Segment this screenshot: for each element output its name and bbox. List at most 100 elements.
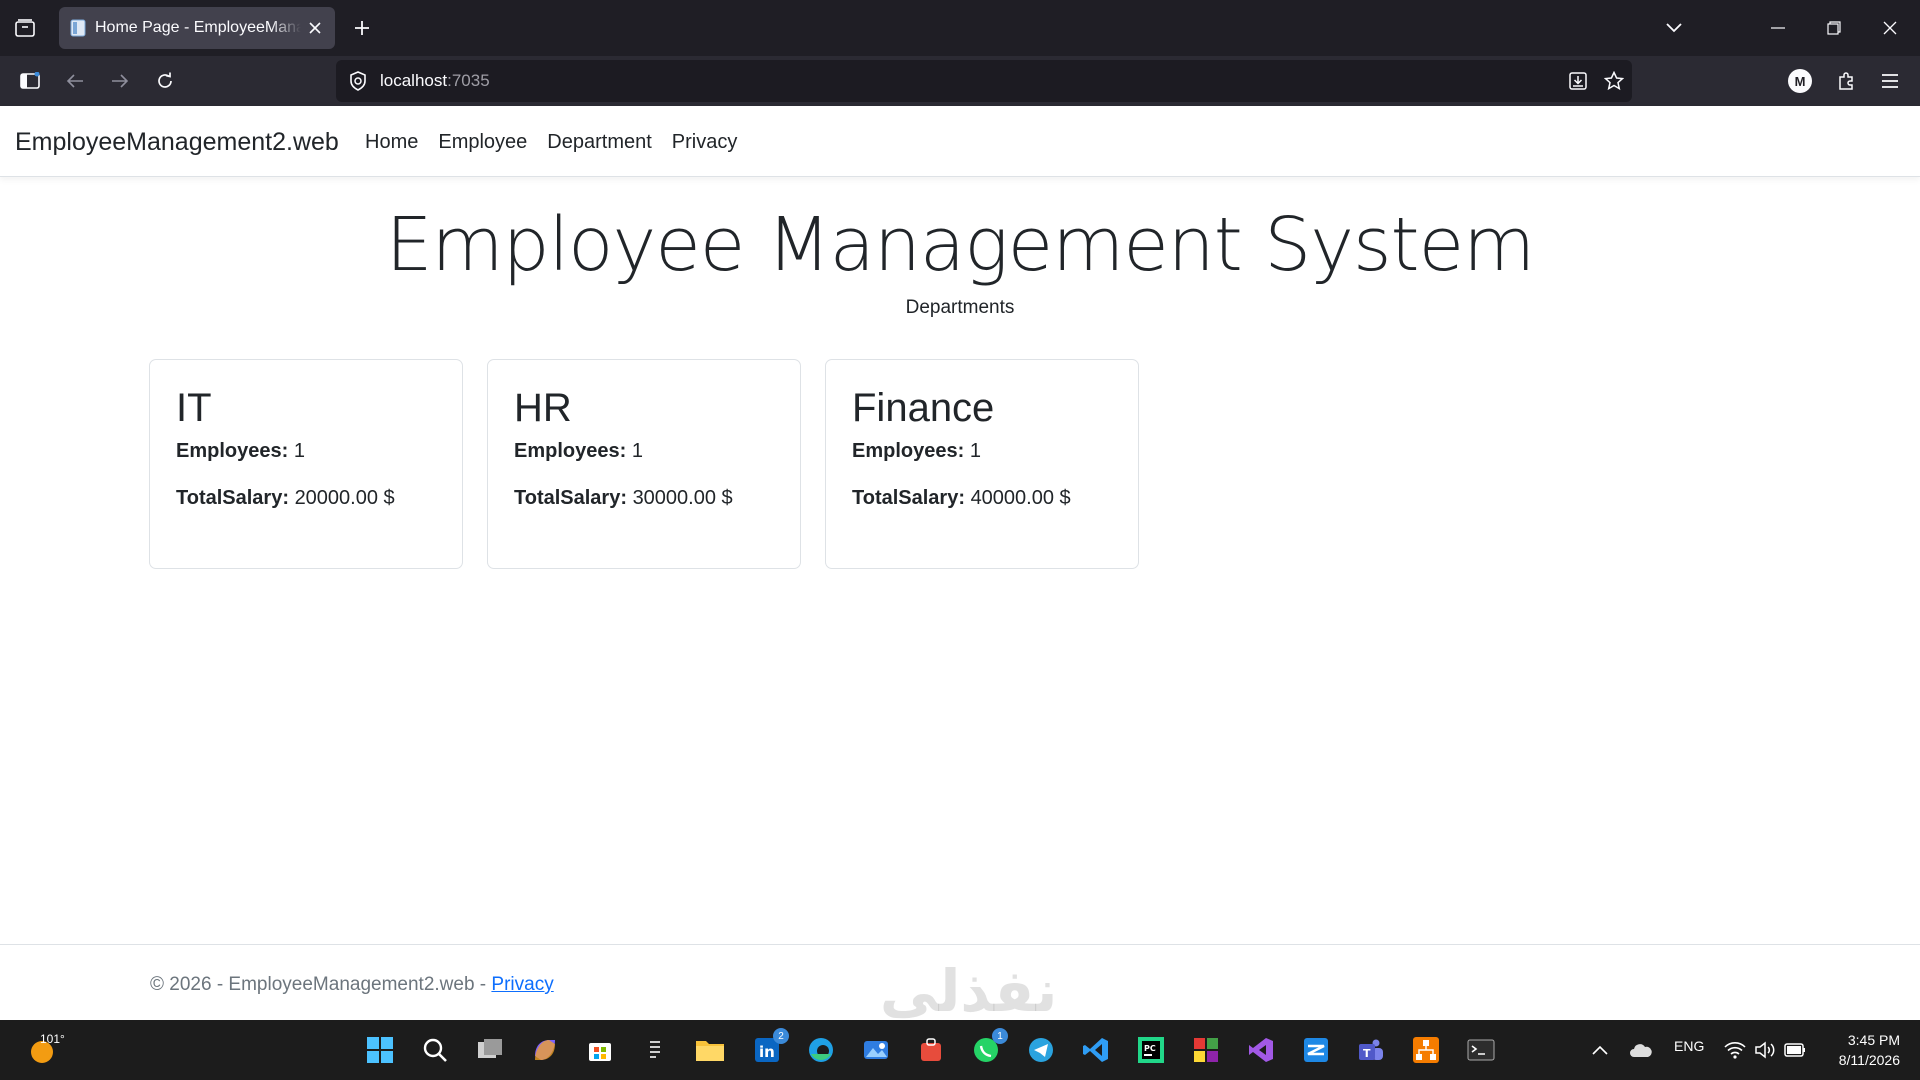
salary-value: 40000.00 $	[970, 487, 1071, 509]
employee-count: Employees: 1	[176, 440, 436, 463]
copilot-icon[interactable]	[529, 1034, 561, 1066]
employees-label: Employees:	[176, 440, 289, 462]
azure-data-studio-icon[interactable]	[1300, 1034, 1332, 1066]
total-salary: TotalSalary: 30000.00 $	[514, 487, 774, 510]
svg-text:PC: PC	[1144, 1044, 1156, 1053]
nav-link-employee[interactable]: Employee	[438, 131, 527, 154]
onedrive-cloud-icon[interactable]	[1625, 1034, 1657, 1066]
weather-temperature: 101°	[40, 1032, 65, 1046]
linkedin-icon[interactable]: in 2	[751, 1028, 789, 1066]
svg-text:in: in	[759, 1043, 775, 1061]
back-arrow-icon[interactable]	[59, 65, 91, 97]
employees-value: 1	[631, 440, 643, 462]
new-tab-plus-icon[interactable]	[348, 14, 376, 42]
url-text[interactable]: localhost:7035	[380, 71, 490, 91]
forward-arrow-icon[interactable]	[104, 65, 136, 97]
total-salary: TotalSalary: 20000.00 $	[176, 487, 436, 510]
department-name: Finance	[852, 386, 995, 430]
windows-taskbar: 101° in 2 1 PC T ENG 3:45 PM 8/11/2026	[0, 1020, 1920, 1080]
battery-icon[interactable]	[1779, 1034, 1811, 1066]
employees-value: 1	[969, 440, 981, 462]
reload-icon[interactable]	[149, 65, 181, 97]
office-icon[interactable]	[915, 1034, 947, 1066]
browser-tab-strip: Home Page - EmployeeManagement2.web	[0, 0, 1920, 56]
restore-icon[interactable]	[1814, 12, 1854, 44]
whatsapp-badge: 1	[992, 1028, 1008, 1044]
copyright-text: © 2026 - EmployeeManagement2.web -	[150, 974, 492, 995]
salary-label: TotalSalary:	[852, 487, 965, 509]
show-hidden-icons-chevron-icon[interactable]	[1584, 1034, 1616, 1066]
employees-value: 1	[293, 440, 305, 462]
address-bar[interactable]: localhost:7035	[336, 60, 1632, 102]
windows-start-icon[interactable]	[364, 1034, 396, 1066]
whatsapp-icon[interactable]: 1	[970, 1028, 1008, 1066]
extensions-puzzle-icon[interactable]	[1830, 65, 1862, 97]
search-icon[interactable]	[419, 1034, 451, 1066]
salary-label: TotalSalary:	[514, 487, 627, 509]
department-card-hr: HR Employees: 1 TotalSalary: 30000.00 $	[487, 359, 801, 569]
input-language[interactable]: ENG	[1674, 1038, 1704, 1054]
tab-title: Home Page - EmployeeManagement2.web	[95, 19, 301, 36]
bookmark-star-icon[interactable]	[1600, 67, 1628, 95]
visual-studio-icon[interactable]	[1245, 1034, 1277, 1066]
photos-icon[interactable]	[860, 1034, 892, 1066]
clock-time: 3:45 PM	[1847, 1032, 1900, 1048]
employees-label: Employees:	[514, 440, 627, 462]
page-subtitle: Departments	[905, 297, 1015, 318]
svg-text:T: T	[1363, 1047, 1371, 1060]
department-card-finance: Finance Employees: 1 TotalSalary: 40000.…	[825, 359, 1139, 569]
browser-toolbar: localhost:7035 M	[0, 56, 1920, 106]
salary-value: 20000.00 $	[294, 487, 395, 509]
microsoft-store-icon[interactable]	[584, 1034, 616, 1066]
nav-links: Home Employee Department Privacy	[365, 131, 757, 154]
browser-tab-active[interactable]: Home Page - EmployeeManagement2.web	[59, 7, 335, 49]
app-navbar: EmployeeManagement2.web Home Employee De…	[0, 106, 1920, 177]
pycharm-icon[interactable]: PC	[1135, 1034, 1167, 1066]
linkedin-badge: 2	[773, 1028, 789, 1044]
employee-count: Employees: 1	[852, 440, 1112, 463]
department-name: IT	[176, 386, 212, 430]
nav-link-privacy[interactable]: Privacy	[672, 131, 738, 154]
file-explorer-icon[interactable]	[694, 1034, 726, 1066]
department-name: HR	[514, 386, 572, 430]
telegram-icon[interactable]	[1025, 1034, 1057, 1066]
tab-list-icon[interactable]	[10, 14, 40, 42]
vscode-icon[interactable]	[1080, 1034, 1112, 1066]
color-grid-app-icon[interactable]	[1190, 1034, 1222, 1066]
tab-overflow-chevron-icon[interactable]	[1654, 12, 1694, 44]
department-card-it: IT Employees: 1 TotalSalary: 20000.00 $	[149, 359, 463, 569]
url-host: localhost	[380, 71, 448, 90]
notepad-icon[interactable]	[639, 1034, 671, 1066]
tracking-shield-icon[interactable]	[344, 67, 372, 95]
brand-link[interactable]: EmployeeManagement2.web	[15, 128, 339, 157]
footer-privacy-link[interactable]: Privacy	[491, 974, 553, 995]
department-cards: IT Employees: 1 TotalSalary: 20000.00 $ …	[149, 359, 1163, 569]
salary-label: TotalSalary:	[176, 487, 289, 509]
clock-date: 8/11/2026	[1838, 1052, 1900, 1068]
edge-browser-icon[interactable]	[805, 1034, 837, 1066]
close-window-icon[interactable]	[1870, 12, 1910, 44]
sidebar-toggle-icon[interactable]	[14, 65, 46, 97]
tab-close-icon[interactable]	[305, 18, 325, 38]
task-view-icon[interactable]	[474, 1034, 506, 1066]
page-favicon-icon	[69, 19, 87, 37]
nav-link-department[interactable]: Department	[547, 131, 652, 154]
network-diagram-app-icon[interactable]	[1410, 1034, 1442, 1066]
teams-icon[interactable]: T	[1355, 1034, 1387, 1066]
salary-value: 30000.00 $	[632, 487, 733, 509]
terminal-icon[interactable]	[1465, 1034, 1497, 1066]
page-title: Employee Management System	[385, 202, 1535, 288]
total-salary: TotalSalary: 40000.00 $	[852, 487, 1112, 510]
employees-label: Employees:	[852, 440, 965, 462]
wifi-icon[interactable]	[1719, 1034, 1751, 1066]
download-page-icon[interactable]	[1564, 67, 1592, 95]
volume-icon[interactable]	[1749, 1034, 1781, 1066]
taskbar-clock[interactable]: 3:45 PM 8/11/2026	[1820, 1030, 1900, 1070]
profile-avatar[interactable]: M	[1788, 69, 1812, 93]
minimize-icon[interactable]	[1758, 12, 1798, 44]
app-menu-hamburger-icon[interactable]	[1874, 65, 1906, 97]
url-port: :7035	[447, 71, 490, 90]
nav-link-home[interactable]: Home	[365, 131, 418, 154]
footer-text: © 2026 - EmployeeManagement2.web - Priva…	[150, 974, 554, 996]
employee-count: Employees: 1	[514, 440, 774, 463]
